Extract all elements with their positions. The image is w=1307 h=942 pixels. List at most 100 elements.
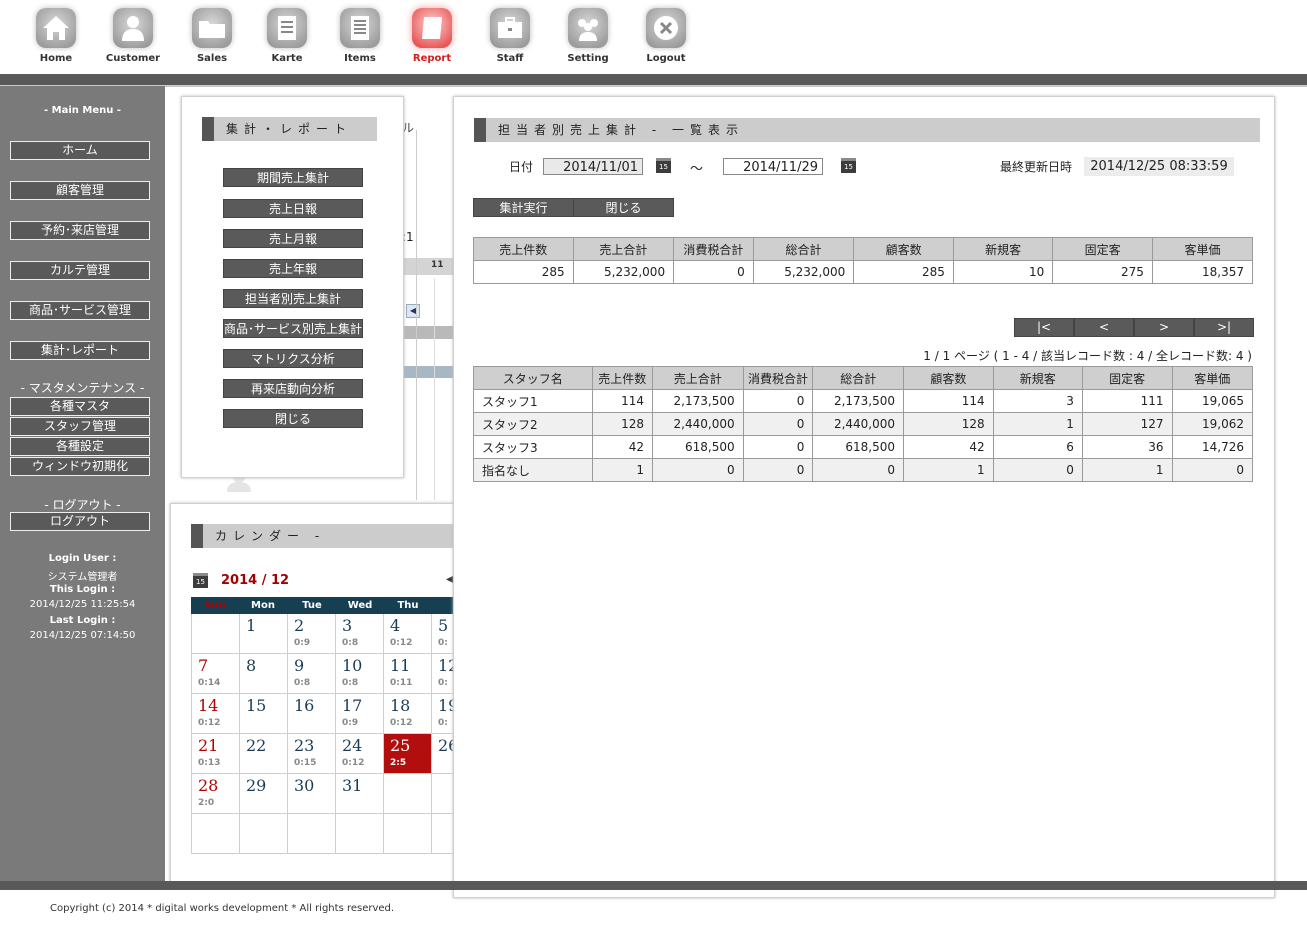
- nav-karte[interactable]: Karte: [252, 8, 322, 70]
- sidebar-item-karte[interactable]: カルテ管理: [10, 261, 150, 280]
- menu-staff-sales-button[interactable]: 担当者別売上集計: [223, 289, 363, 308]
- summary-cell: 285: [473, 260, 574, 284]
- pager-next-button[interactable]: >: [1134, 318, 1194, 337]
- calendar-day-cell[interactable]: 24 0:12: [336, 734, 384, 774]
- last-updated-label: 最終更新日時: [1000, 160, 1073, 174]
- close-circle-icon: [646, 8, 686, 48]
- sidebar-item-customers[interactable]: 顧客管理: [10, 181, 150, 200]
- nav-home[interactable]: Home: [21, 8, 91, 70]
- calendar-day-cell[interactable]: 3 0:8: [336, 614, 384, 654]
- detail-cell: 42: [903, 435, 994, 459]
- date-from-calendar-icon[interactable]: 15: [656, 158, 671, 173]
- nav-customer[interactable]: Customer: [98, 8, 168, 70]
- calendar-day-cell[interactable]: 11 0:11: [384, 654, 432, 694]
- calendar-day-cell[interactable]: 26: [432, 734, 454, 774]
- detail-cell: 114: [591, 389, 653, 413]
- menu-product-sales-button[interactable]: 商品･サービス別売上集計: [223, 319, 363, 338]
- summary-col-header: 消費税合計: [673, 237, 754, 261]
- table-row[interactable]: スタッフ1 114 2,173,500 0 2,173,500 114 3 111 19,065: [473, 389, 1253, 413]
- calendar-day-cell[interactable]: [432, 814, 454, 854]
- calendar-day-cell[interactable]: 14 0:12: [192, 694, 240, 734]
- calendar-day-cell[interactable]: 25 2:5: [384, 734, 432, 774]
- calendar-day-cell[interactable]: 23 0:15: [288, 734, 336, 774]
- summary-col-header: 新規客: [952, 237, 1054, 261]
- calendar-day-number: 29: [246, 776, 267, 795]
- calendar-day-cell[interactable]: 8: [240, 654, 288, 694]
- calendar-day-cell[interactable]: 4 0:12: [384, 614, 432, 654]
- close-report-button[interactable]: 閉じる: [573, 198, 674, 217]
- table-row[interactable]: スタッフ3 42 618,500 0 618,500 42 6 36 14,726: [473, 435, 1253, 459]
- calendar-day-cell[interactable]: [336, 814, 384, 854]
- date-to-calendar-icon[interactable]: 15: [841, 158, 856, 173]
- calendar-day-cell[interactable]: 5 0:: [432, 614, 454, 654]
- menu-monthly-sales-button[interactable]: 売上月報: [223, 229, 363, 248]
- run-aggregation-button[interactable]: 集計実行: [473, 198, 574, 217]
- date-from-input[interactable]: 2014/11/01: [543, 158, 643, 175]
- menu-revisit-analysis-button[interactable]: 再来店動向分析: [223, 379, 363, 398]
- calendar-day-cell[interactable]: 16: [288, 694, 336, 734]
- staff-detail-table: スタッフ名 売上件数 売上合計 消費税合計 総合計 顧客数 新規客 固定客 客単価 スタッフ1 1…: [473, 366, 1253, 482]
- detail-cell: 618,500: [812, 435, 905, 459]
- menu-close-button[interactable]: 閉じる: [223, 409, 363, 428]
- nav-logout[interactable]: Logout: [631, 8, 701, 70]
- calendar-day-cell[interactable]: [384, 814, 432, 854]
- sidebar-item-settings[interactable]: 各種設定: [10, 437, 150, 456]
- calendar-day-cell[interactable]: 190:: [432, 694, 454, 734]
- table-row[interactable]: 指名なし 1 0 0 0 1 0 1 0: [473, 458, 1253, 482]
- calendar-day-cell[interactable]: [192, 614, 240, 654]
- calendar-day-cell[interactable]: 30: [288, 774, 336, 814]
- nav-staff[interactable]: Staff: [475, 8, 545, 70]
- sidebar-item-home[interactable]: ホーム: [10, 141, 150, 160]
- menu-yearly-sales-button[interactable]: 売上年報: [223, 259, 363, 278]
- scroll-left-arrow-icon[interactable]: ◀: [406, 304, 420, 318]
- report-title: 担当者別売上集計 - 一覧表示: [474, 118, 1260, 142]
- master-maintenance-heading: - マスタメンテナンス -: [20, 381, 145, 395]
- sidebar-item-staff[interactable]: スタッフ管理: [10, 417, 150, 436]
- calendar-day-cell[interactable]: [192, 814, 240, 854]
- nav-report[interactable]: Report: [397, 8, 467, 70]
- calendar-day-cell[interactable]: [432, 774, 454, 814]
- menu-daily-sales-button[interactable]: 売上日報: [223, 199, 363, 218]
- calendar-day-sun: Sun: [204, 600, 226, 611]
- group-icon: [568, 8, 608, 48]
- sidebar-item-logout[interactable]: ログアウト: [10, 512, 150, 531]
- logout-heading: - ログアウト -: [44, 498, 121, 512]
- menu-matrix-analysis-button[interactable]: マトリクス分析: [223, 349, 363, 368]
- calendar-day-cell[interactable]: 1: [240, 614, 288, 654]
- calendar-day-cell[interactable]: 28 2:0: [192, 774, 240, 814]
- calendar-day-cell[interactable]: 21 0:13: [192, 734, 240, 774]
- calendar-day-cell[interactable]: 120:: [432, 654, 454, 694]
- pager-first-button[interactable]: |<: [1014, 318, 1074, 337]
- calendar-day-cell[interactable]: 29: [240, 774, 288, 814]
- calendar-day-cell[interactable]: 7 0:14: [192, 654, 240, 694]
- briefcase-icon: [490, 8, 530, 48]
- calendar-day-cell[interactable]: [384, 774, 432, 814]
- nav-sales[interactable]: Sales: [177, 8, 247, 70]
- date-to-input[interactable]: 2014/11/29: [723, 158, 823, 175]
- calendar-day-cell[interactable]: 18 0:12: [384, 694, 432, 734]
- sidebar-item-reports[interactable]: 集計･レポート: [10, 341, 150, 360]
- sidebar-item-masters[interactable]: 各種マスタ: [10, 397, 150, 416]
- nav-items[interactable]: Items: [325, 8, 395, 70]
- calendar-day-cell[interactable]: 10 0:8: [336, 654, 384, 694]
- calendar-day-cell[interactable]: [240, 814, 288, 854]
- calendar-day-number: 4: [390, 616, 401, 635]
- calendar-day-cell[interactable]: 31: [336, 774, 384, 814]
- calendar-day-cell[interactable]: 17 0:9: [336, 694, 384, 734]
- pager-prev-button[interactable]: <: [1074, 318, 1134, 337]
- calendar-day-cell[interactable]: 2 0:9: [288, 614, 336, 654]
- calendar-day-cell[interactable]: [288, 814, 336, 854]
- table-row[interactable]: スタッフ2 128 2,440,000 0 2,440,000 128 1 127 19,062: [473, 412, 1253, 436]
- nav-setting[interactable]: Setting: [553, 8, 623, 70]
- date-label: 日付: [509, 160, 534, 174]
- sidebar-item-reservations[interactable]: 予約･来店管理: [10, 221, 150, 240]
- sidebar-item-window-reset[interactable]: ウィンドウ初期化: [10, 457, 150, 476]
- pager-last-button[interactable]: >|: [1194, 318, 1254, 337]
- detail-cell: 19,062: [1171, 412, 1253, 436]
- detail-cell: 618,500: [651, 435, 744, 459]
- calendar-day-cell[interactable]: 15: [240, 694, 288, 734]
- menu-period-sales-button[interactable]: 期間売上集計: [223, 168, 363, 187]
- calendar-day-cell[interactable]: 22: [240, 734, 288, 774]
- sidebar-item-products[interactable]: 商品･サービス管理: [10, 301, 150, 320]
- calendar-day-cell[interactable]: 9 0:8: [288, 654, 336, 694]
